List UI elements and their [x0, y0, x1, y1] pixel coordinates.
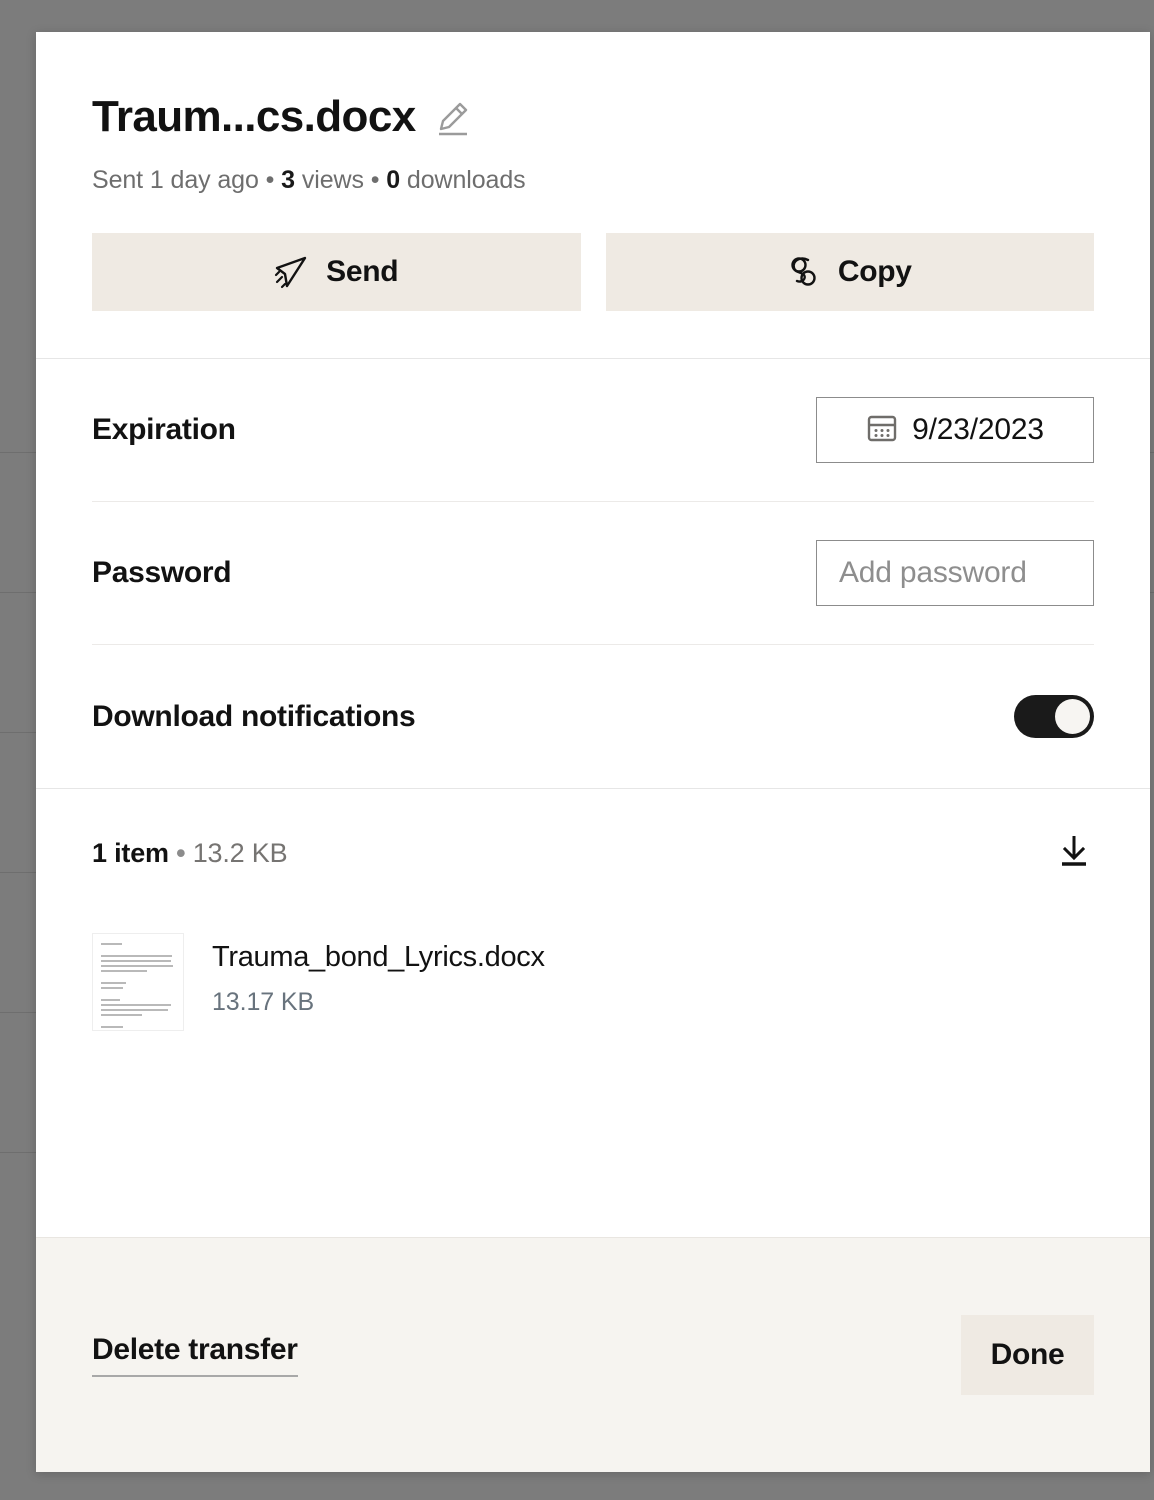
action-buttons: Send Copy [36, 195, 1150, 311]
toggle-knob [1055, 699, 1090, 734]
copy-button-label: Copy [838, 255, 912, 289]
download-icon[interactable] [1054, 831, 1094, 876]
link-chain-icon [788, 255, 820, 289]
setting-row-password: Password [92, 502, 1094, 645]
copy-button[interactable]: Copy [606, 233, 1095, 311]
transfer-details-modal: Traum...cs.docx Sent 1 day ago • 3 views… [36, 32, 1150, 1472]
meta-separator-1: • [266, 166, 275, 194]
files-total-size: 13.2 KB [193, 838, 288, 868]
page-title: Traum...cs.docx [92, 94, 416, 140]
password-input[interactable] [837, 555, 1073, 591]
setting-row-expiration: Expiration 9/23/2023 [92, 359, 1094, 502]
views-count: 3 [281, 166, 295, 194]
transfer-meta: Sent 1 day ago • 3 views • 0 downloads [92, 166, 1094, 195]
files-count-label: 1 item [92, 838, 169, 868]
expiration-date-picker[interactable]: 9/23/2023 [816, 397, 1094, 463]
files-summary: 1 item • 13.2 KB [92, 838, 287, 869]
meta-sent: Sent 1 day ago [92, 166, 259, 194]
pencil-icon[interactable] [436, 101, 470, 137]
document-page-thumbnail [92, 933, 184, 1031]
password-label: Password [92, 556, 231, 590]
files-header: 1 item • 13.2 KB [92, 831, 1094, 876]
meta-separator-2: • [371, 166, 380, 194]
files-separator: • [176, 838, 185, 868]
delete-transfer-link[interactable]: Delete transfer [92, 1333, 298, 1377]
files-section: 1 item • 13.2 KB [36, 789, 1150, 1031]
expiration-label: Expiration [92, 413, 236, 447]
paper-plane-icon [274, 255, 308, 289]
download-notifications-toggle[interactable] [1014, 695, 1094, 738]
modal-header: Traum...cs.docx Sent 1 day ago • 3 views… [36, 32, 1150, 195]
calendar-icon [866, 412, 898, 449]
send-button-label: Send [326, 255, 398, 289]
downloads-label: downloads [407, 166, 526, 194]
downloads-count: 0 [386, 166, 400, 194]
settings-section: Expiration 9/23/2023 [36, 359, 1150, 788]
title-row: Traum...cs.docx [92, 94, 1094, 140]
list-item[interactable]: Trauma_bond_Lyrics.docx 13.17 KB [92, 933, 1094, 1031]
expiration-date-value: 9/23/2023 [912, 413, 1044, 447]
password-field-wrapper[interactable] [816, 540, 1094, 606]
file-name: Trauma_bond_Lyrics.docx [212, 941, 545, 974]
file-size: 13.17 KB [212, 988, 545, 1017]
file-info: Trauma_bond_Lyrics.docx 13.17 KB [212, 933, 545, 1017]
views-label: views [302, 166, 364, 194]
download-notifications-label: Download notifications [92, 700, 415, 734]
setting-row-download-notifications: Download notifications [92, 645, 1094, 788]
done-button[interactable]: Done [961, 1315, 1094, 1395]
send-button[interactable]: Send [92, 233, 581, 311]
modal-footer: Delete transfer Done [36, 1237, 1150, 1472]
